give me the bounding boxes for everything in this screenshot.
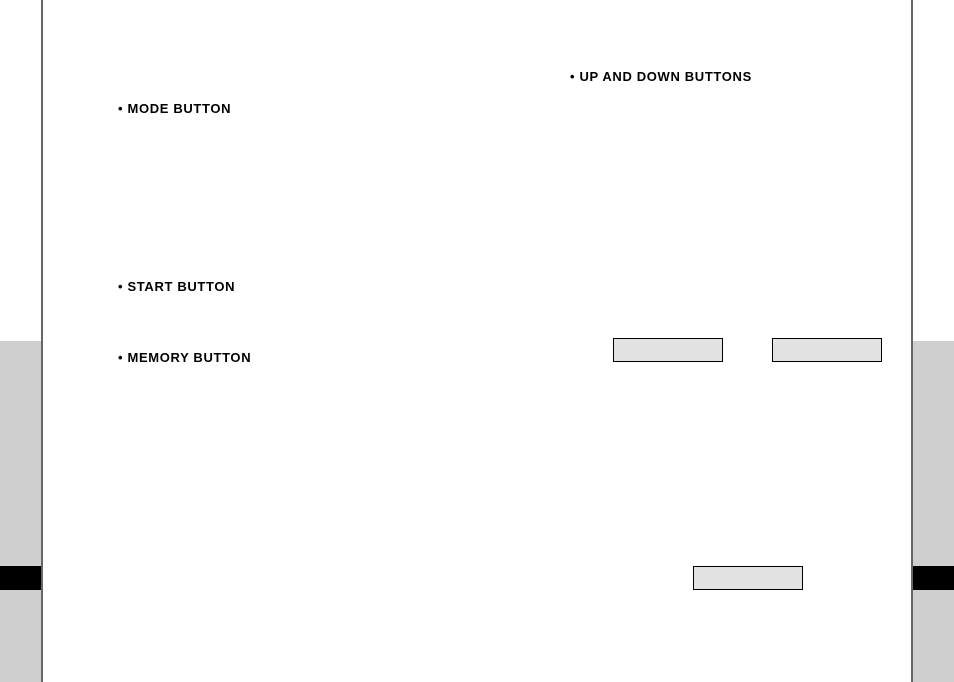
label-memory-button: MEMORY BUTTON (118, 350, 251, 365)
label-up-down-buttons: UP AND DOWN BUTTONS (570, 69, 752, 84)
page-container: MODE BUTTON START BUTTON MEMORY BUTTON U… (41, 0, 913, 682)
input-box-3[interactable] (693, 566, 803, 590)
label-mode-button: MODE BUTTON (118, 101, 231, 116)
input-box-1[interactable] (613, 338, 723, 362)
input-box-2[interactable] (772, 338, 882, 362)
label-start-button: START BUTTON (118, 279, 235, 294)
